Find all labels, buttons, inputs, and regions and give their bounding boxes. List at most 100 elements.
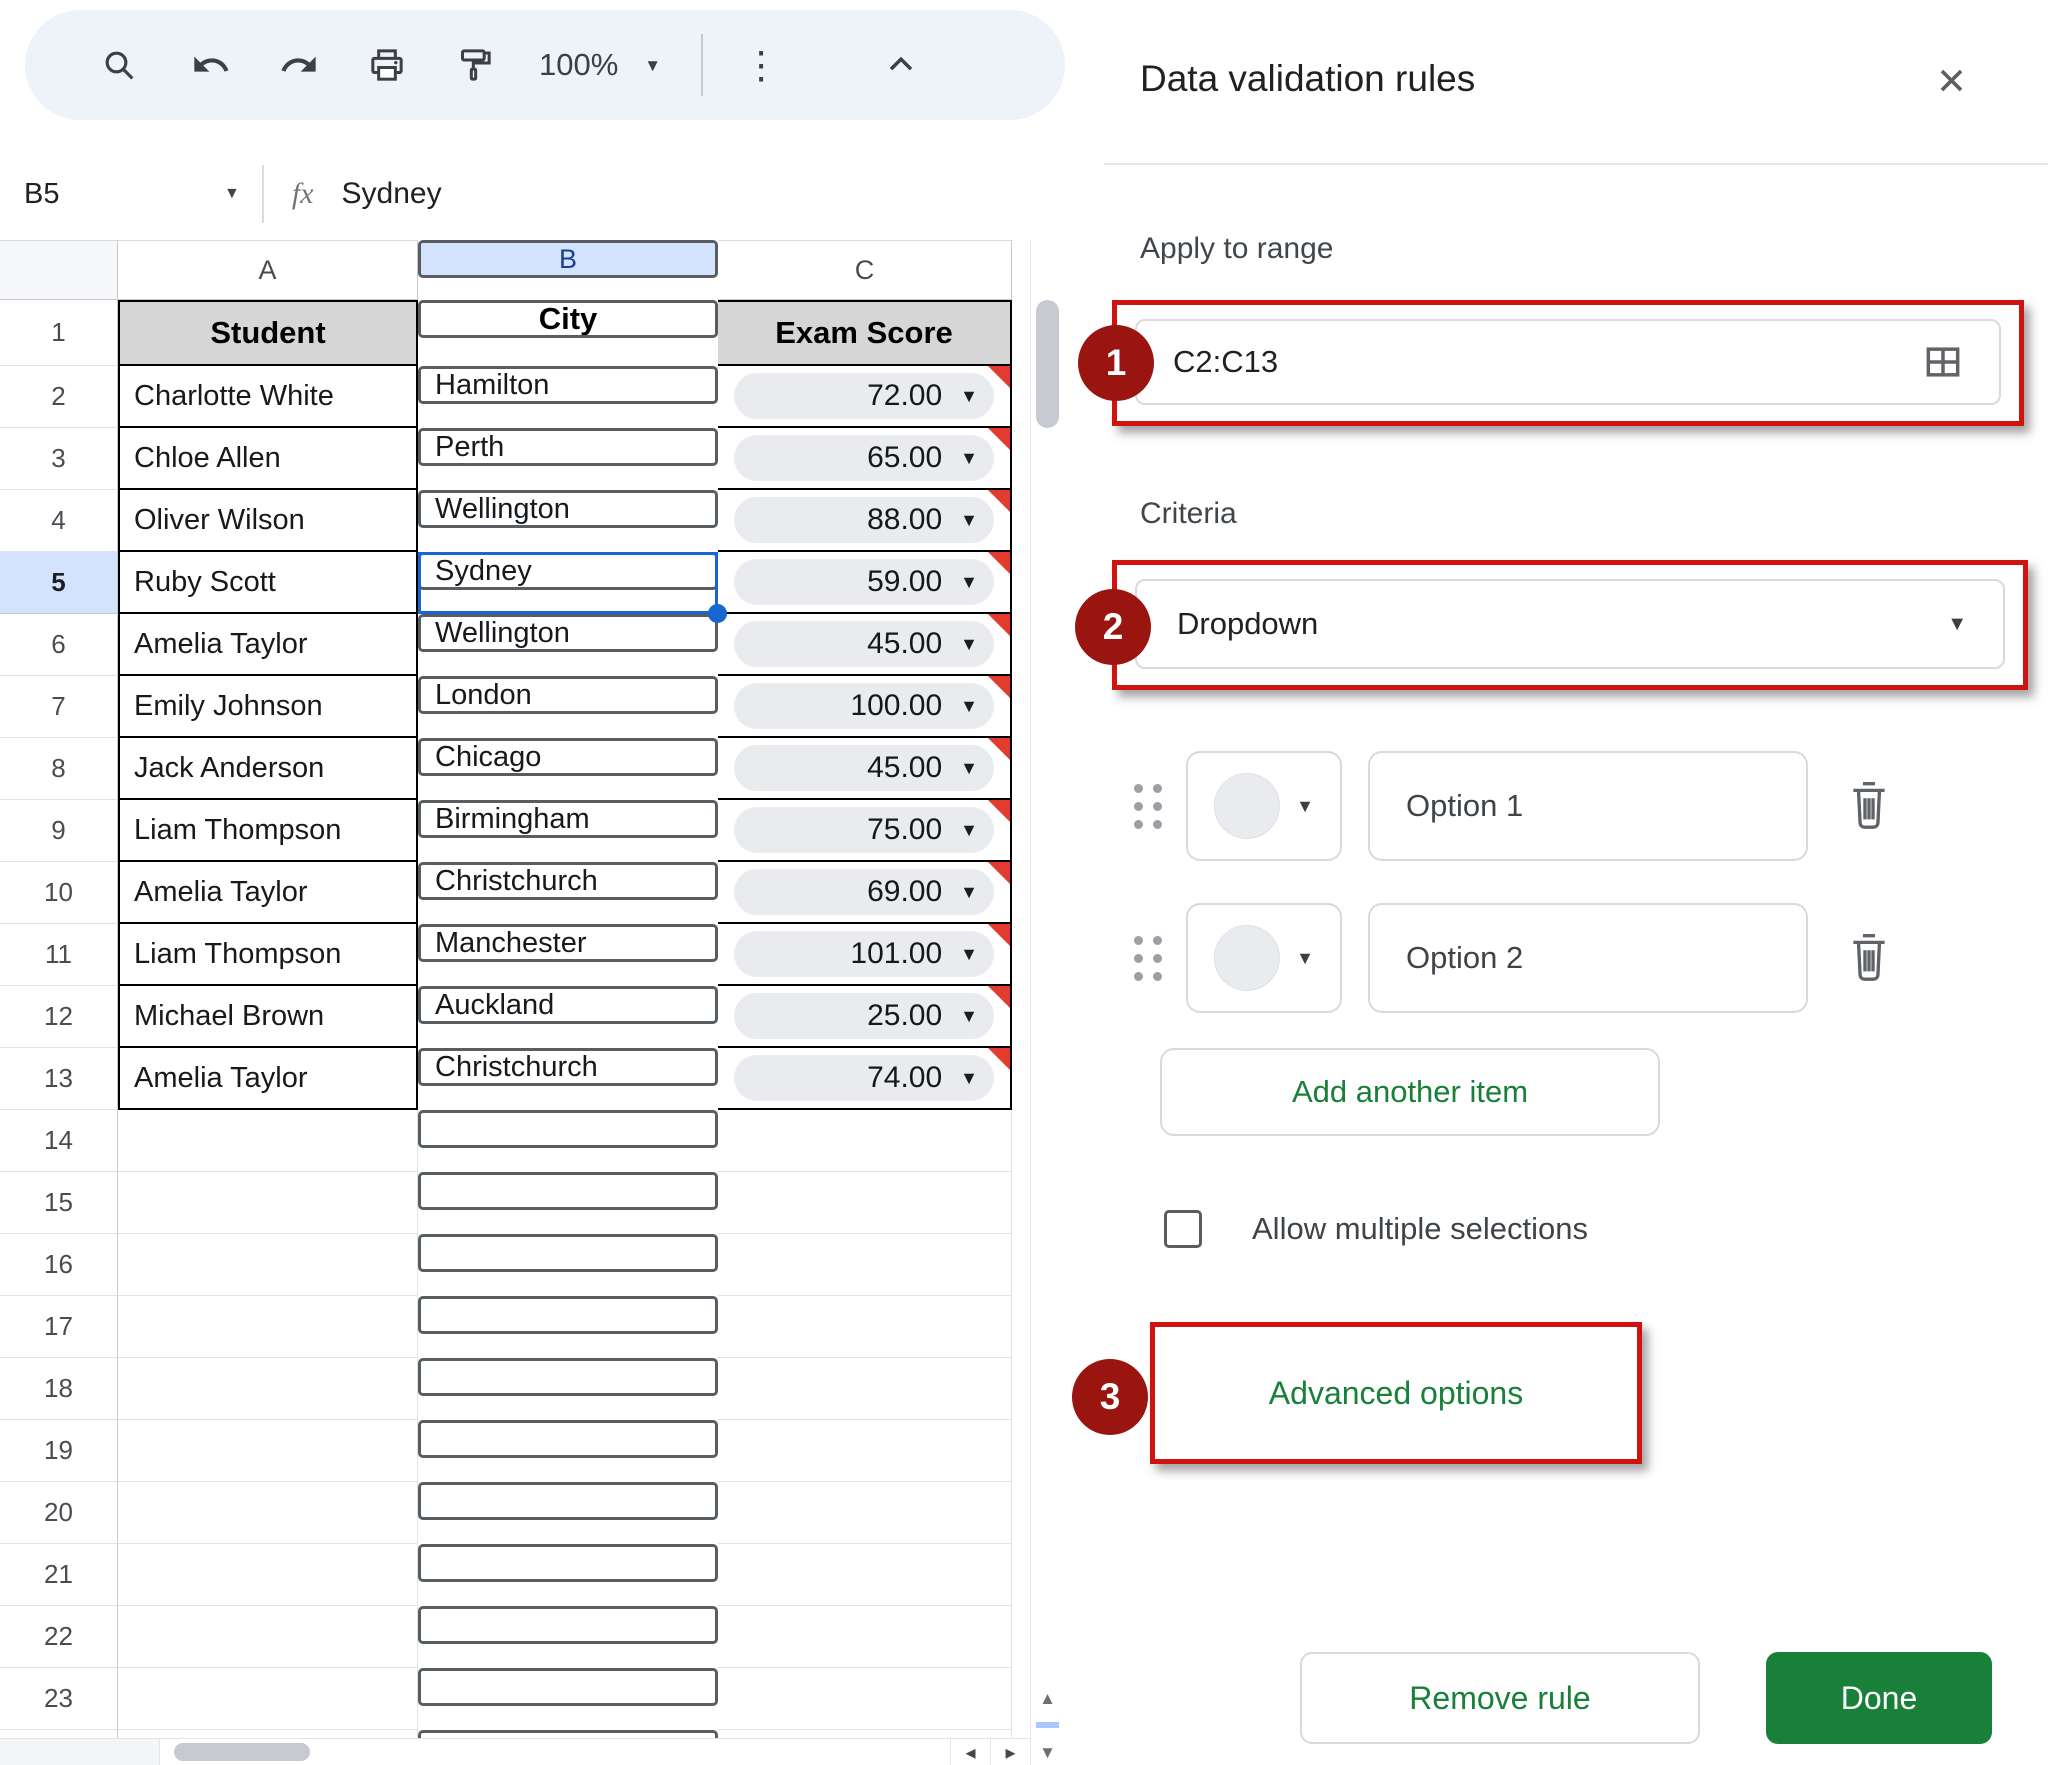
score-dropdown-chip[interactable]: 45.00▼ (734, 745, 994, 791)
empty-cell[interactable] (418, 1420, 718, 1458)
selected-cell-outline[interactable] (418, 552, 718, 614)
cell-city[interactable]: Wellington (418, 614, 718, 652)
select-data-range-icon[interactable] (1921, 340, 1965, 384)
horizontal-scrollbar-thumb[interactable] (174, 1743, 310, 1761)
cell-city[interactable]: Auckland (418, 986, 718, 1024)
row-header-13[interactable]: 13 (0, 1048, 118, 1110)
empty-cell[interactable] (418, 1296, 718, 1334)
empty-cell[interactable] (718, 1172, 1012, 1234)
row-header-12[interactable]: 12 (0, 986, 118, 1048)
cell-score[interactable]: 45.00▼ (718, 614, 1012, 676)
cell-city[interactable]: Christchurch (418, 862, 718, 900)
empty-cell[interactable] (418, 1606, 718, 1644)
cell-score[interactable]: 100.00▼ (718, 676, 1012, 738)
empty-cell[interactable] (418, 1110, 718, 1148)
scroll-left-icon[interactable]: ◂ (950, 1739, 990, 1765)
cell-city[interactable]: Christchurch (418, 1048, 718, 1086)
advanced-options-button[interactable]: Advanced options (1269, 1375, 1523, 1412)
cell-city[interactable]: Manchester (418, 924, 718, 962)
formula-input[interactable]: Sydney (342, 177, 442, 211)
row-header-9[interactable]: 9 (0, 800, 118, 862)
cell-city[interactable]: Wellington (418, 490, 718, 528)
scroll-right-icon[interactable]: ▸ (990, 1739, 1030, 1765)
cell-student[interactable]: Emily Johnson (118, 676, 418, 738)
add-another-item-button[interactable]: Add another item (1160, 1048, 1660, 1136)
empty-cell[interactable] (718, 1420, 1012, 1482)
header-cell-exam-score[interactable]: Exam Score (718, 300, 1012, 366)
empty-cell[interactable] (718, 1606, 1012, 1668)
row-header-4[interactable]: 4 (0, 490, 118, 552)
row-header-3[interactable]: 3 (0, 428, 118, 490)
redo-icon[interactable] (277, 43, 321, 87)
score-dropdown-chip[interactable]: 25.00▼ (734, 993, 994, 1039)
remove-rule-button[interactable]: Remove rule (1300, 1652, 1700, 1744)
empty-cell[interactable] (718, 1544, 1012, 1606)
empty-cell[interactable] (118, 1606, 418, 1668)
cell-score[interactable]: 59.00▼ (718, 552, 1012, 614)
allow-multiple-checkbox[interactable] (1164, 1210, 1202, 1248)
delete-option-icon[interactable] (1842, 929, 1896, 987)
header-cell-city[interactable]: City (418, 300, 718, 338)
cell-city[interactable]: Perth (418, 428, 718, 466)
empty-cell[interactable] (118, 1668, 418, 1730)
collapse-toolbar-icon[interactable] (879, 43, 923, 87)
empty-cell[interactable] (118, 1544, 418, 1606)
cell-student[interactable]: Liam Thompson (118, 800, 418, 862)
score-dropdown-chip[interactable]: 101.00▼ (734, 931, 994, 977)
cell-student[interactable]: Charlotte White (118, 366, 418, 428)
cell-score[interactable]: 25.00▼ (718, 986, 1012, 1048)
empty-cell[interactable] (718, 1110, 1012, 1172)
empty-cell[interactable] (418, 1172, 718, 1210)
row-header-2[interactable]: 2 (0, 366, 118, 428)
empty-cell[interactable] (118, 1172, 418, 1234)
vertical-scrollbar-thumb[interactable] (1036, 300, 1059, 428)
zoom-select[interactable]: 100% ▼ (539, 47, 661, 83)
row-header-18[interactable]: 18 (0, 1358, 118, 1420)
range-input[interactable]: C2:C13 (1135, 319, 2001, 405)
empty-cell[interactable] (718, 1234, 1012, 1296)
column-header-b[interactable]: B (418, 240, 718, 278)
empty-cell[interactable] (118, 1482, 418, 1544)
score-dropdown-chip[interactable]: 69.00▼ (734, 869, 994, 915)
cell-student[interactable]: Chloe Allen (118, 428, 418, 490)
option-color-selector[interactable]: ▼ (1186, 903, 1342, 1013)
drag-handle-icon[interactable] (1134, 784, 1164, 829)
cell-score[interactable]: 45.00▼ (718, 738, 1012, 800)
option-input-1[interactable]: Option 1 (1368, 751, 1808, 861)
empty-cell[interactable] (118, 1420, 418, 1482)
row-header-10[interactable]: 10 (0, 862, 118, 924)
fill-handle[interactable] (708, 604, 727, 623)
criteria-select[interactable]: Dropdown ▼ (1135, 579, 2005, 669)
empty-cell[interactable] (418, 1668, 718, 1706)
cell-student[interactable]: Oliver Wilson (118, 490, 418, 552)
row-header-15[interactable]: 15 (0, 1172, 118, 1234)
name-box-caret-icon[interactable]: ▼ (224, 185, 240, 203)
row-header-17[interactable]: 17 (0, 1296, 118, 1358)
cell-city[interactable]: London (418, 676, 718, 714)
cell-student[interactable]: Amelia Taylor (118, 1048, 418, 1110)
score-dropdown-chip[interactable]: 72.00▼ (734, 373, 994, 419)
row-header-16[interactable]: 16 (0, 1234, 118, 1296)
row-header-19[interactable]: 19 (0, 1420, 118, 1482)
header-cell-student[interactable]: Student (118, 300, 418, 366)
empty-cell[interactable] (118, 1234, 418, 1296)
score-dropdown-chip[interactable]: 59.00▼ (734, 559, 994, 605)
empty-cell[interactable] (118, 1296, 418, 1358)
row-header-20[interactable]: 20 (0, 1482, 118, 1544)
score-dropdown-chip[interactable]: 74.00▼ (734, 1055, 994, 1101)
row-header-21[interactable]: 21 (0, 1544, 118, 1606)
delete-option-icon[interactable] (1842, 777, 1896, 835)
empty-cell[interactable] (418, 1234, 718, 1272)
score-dropdown-chip[interactable]: 75.00▼ (734, 807, 994, 853)
empty-cell[interactable] (718, 1358, 1012, 1420)
option-color-selector[interactable]: ▼ (1186, 751, 1342, 861)
score-dropdown-chip[interactable]: 65.00▼ (734, 435, 994, 481)
cell-student[interactable]: Amelia Taylor (118, 614, 418, 676)
empty-cell[interactable] (418, 1482, 718, 1520)
row-header-1[interactable]: 1 (0, 300, 118, 366)
cell-score[interactable]: 74.00▼ (718, 1048, 1012, 1110)
cell-score[interactable]: 69.00▼ (718, 862, 1012, 924)
cell-student[interactable]: Michael Brown (118, 986, 418, 1048)
search-icon[interactable] (97, 43, 141, 87)
row-header-14[interactable]: 14 (0, 1110, 118, 1172)
